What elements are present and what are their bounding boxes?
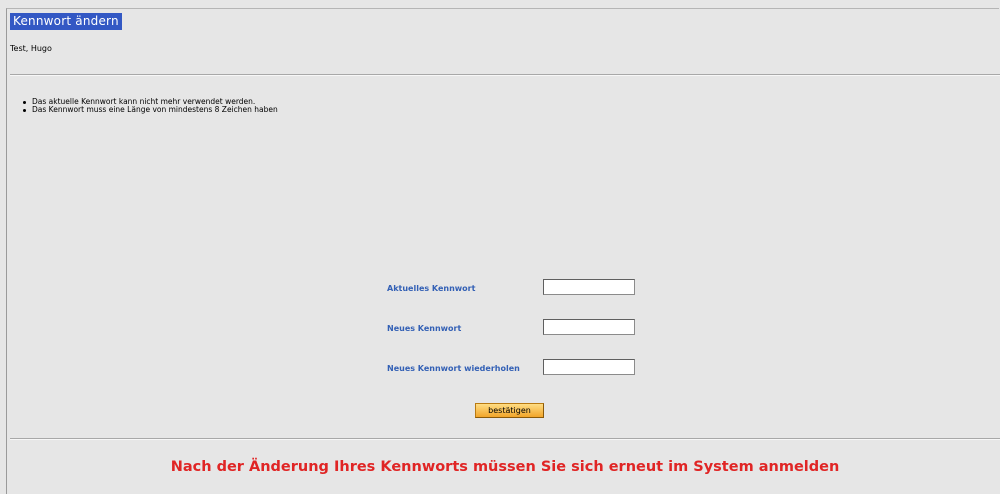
page-title: Kennwort ändern bbox=[10, 13, 122, 30]
divider-bottom bbox=[10, 438, 1000, 440]
confirm-button[interactable]: bestätigen bbox=[475, 403, 544, 418]
rule-item: Das Kennwort muss eine Länge von mindest… bbox=[22, 106, 278, 114]
password-rules-list: Das aktuelle Kennwort kann nicht mehr ve… bbox=[22, 98, 278, 114]
page-frame bbox=[6, 8, 999, 494]
current-password-input[interactable] bbox=[543, 279, 635, 295]
user-name: Test, Hugo bbox=[10, 44, 52, 53]
new-password-input[interactable] bbox=[543, 319, 635, 335]
current-password-label: Aktuelles Kennwort bbox=[387, 284, 476, 293]
divider-top bbox=[10, 74, 1000, 76]
repeat-password-input[interactable] bbox=[543, 359, 635, 375]
repeat-password-label: Neues Kennwort wiederholen bbox=[387, 364, 520, 373]
relogin-notice: Nach der Änderung Ihres Kennworts müssen… bbox=[170, 459, 840, 475]
new-password-label: Neues Kennwort bbox=[387, 324, 462, 333]
